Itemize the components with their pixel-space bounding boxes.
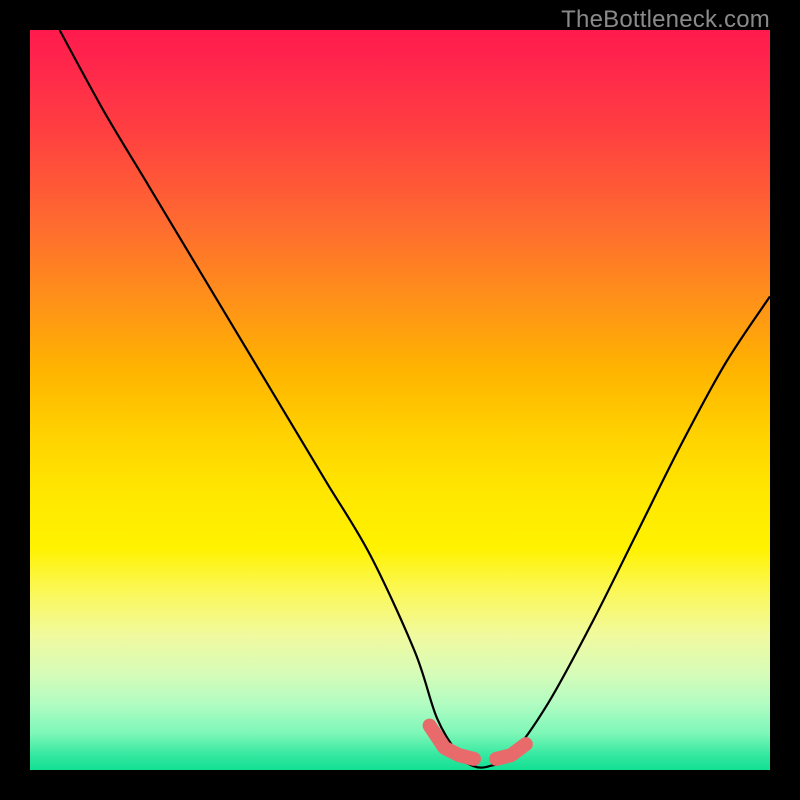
left-foot-marker xyxy=(430,726,474,759)
bottleneck-curve xyxy=(60,30,770,768)
right-foot-marker xyxy=(496,744,526,759)
plot-area xyxy=(30,30,770,770)
chart-frame: TheBottleneck.com xyxy=(0,0,800,800)
curve-svg xyxy=(30,30,770,770)
